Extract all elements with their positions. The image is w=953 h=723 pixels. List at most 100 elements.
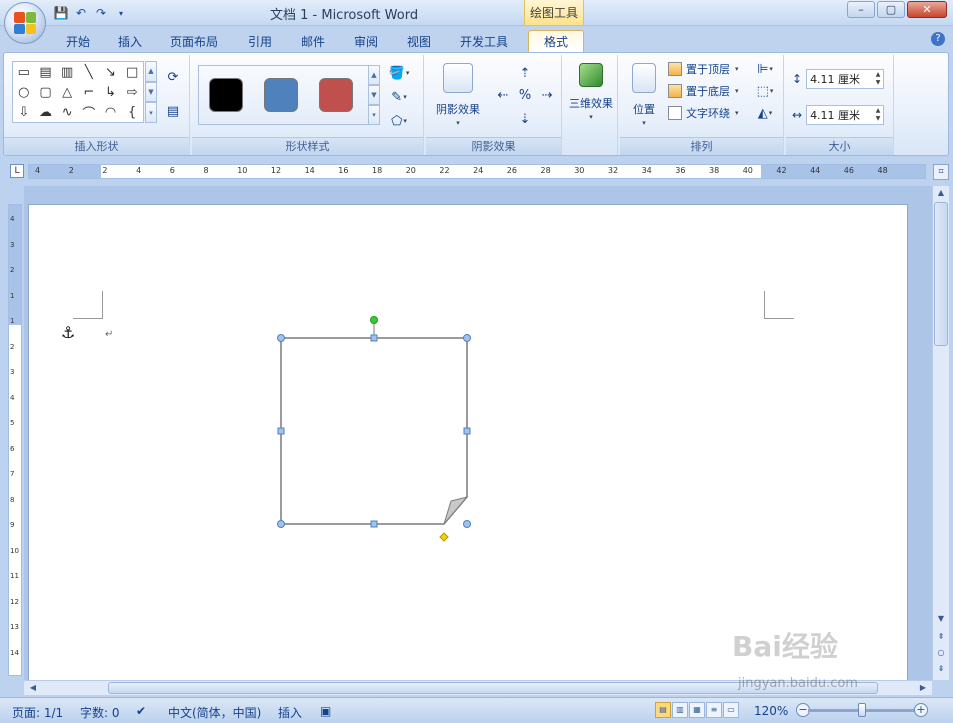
select-browse-object-icon[interactable]: ○ bbox=[934, 646, 948, 660]
brace-shape-icon[interactable]: { bbox=[121, 102, 143, 122]
print-layout-view-icon[interactable]: ▤ bbox=[655, 702, 671, 718]
tab-page-layout[interactable]: 页面布局 bbox=[158, 30, 230, 52]
square-shape-icon[interactable]: □ bbox=[121, 62, 143, 82]
arrow-line-shape-icon[interactable]: ↘ bbox=[100, 62, 122, 82]
scroll-up-icon[interactable]: ▲ bbox=[368, 65, 380, 85]
nudge-shadow-down-icon[interactable]: ⇣ bbox=[514, 109, 536, 129]
tab-references[interactable]: 引用 bbox=[236, 30, 284, 52]
folded-corner-shape[interactable] bbox=[280, 337, 469, 525]
triangle-shape-icon[interactable]: △ bbox=[56, 82, 78, 102]
adjust-handle[interactable] bbox=[439, 532, 449, 542]
cloud-shape-icon[interactable]: ☁ bbox=[35, 102, 57, 122]
scroll-down-icon[interactable]: ▼ bbox=[934, 612, 948, 626]
resize-handle-top[interactable] bbox=[370, 334, 378, 342]
chevron-down-icon[interactable]: ▾ bbox=[112, 4, 130, 22]
tab-review[interactable]: 审阅 bbox=[342, 30, 390, 52]
scroll-up-icon[interactable]: ▲ bbox=[145, 61, 157, 82]
resize-handle-right[interactable] bbox=[463, 427, 471, 435]
horizontal-ruler[interactable]: 4 2 2 4 6 8 10 12 14 16 18 20 22 24 26 28 30 32 34 36 38 40 42… bbox=[28, 164, 926, 179]
resize-handle-bottom-right[interactable] bbox=[463, 520, 471, 528]
nudge-shadow-up-icon[interactable]: ⇡ bbox=[514, 63, 536, 83]
word-count[interactable]: 字数: 0 bbox=[80, 704, 120, 721]
curve-shape-icon[interactable]: ⌒ bbox=[78, 102, 100, 122]
shadow-effects-button[interactable]: 阴影效果 ▾ bbox=[430, 59, 486, 135]
bring-to-front-button[interactable]: 置于顶层 ▾ bbox=[668, 59, 739, 79]
draft-view-icon[interactable]: ▭ bbox=[723, 702, 739, 718]
macro-record-icon[interactable]: ▣ bbox=[320, 704, 331, 718]
undo-icon[interactable]: ↶ bbox=[72, 4, 90, 22]
shape-outline-icon[interactable]: ✎ ▾ bbox=[388, 87, 410, 107]
scroll-down-icon[interactable]: ▼ bbox=[368, 85, 380, 105]
shape-fill-icon[interactable]: 🪣 ▾ bbox=[388, 63, 410, 83]
maximize-button[interactable]: ▢ bbox=[877, 1, 905, 18]
change-shape-icon[interactable]: ⬠ ▾ bbox=[388, 111, 410, 131]
zoom-in-icon[interactable]: + bbox=[914, 703, 928, 717]
office-button[interactable] bbox=[4, 2, 46, 44]
resize-handle-bottom-left[interactable] bbox=[277, 520, 285, 528]
3d-effects-button[interactable]: 三维效果 ▾ bbox=[564, 59, 618, 135]
resize-handle-bottom[interactable] bbox=[370, 520, 378, 528]
minimize-button[interactable]: – bbox=[847, 1, 875, 18]
tab-format[interactable]: 格式 bbox=[528, 30, 584, 52]
language-indicator[interactable]: 中文(简体，中国) bbox=[168, 704, 261, 721]
rotate-icon[interactable]: ◭ ▾ bbox=[754, 103, 776, 123]
group-objects-icon[interactable]: ⬚ ▾ bbox=[754, 81, 776, 101]
elbow-arrow-icon[interactable]: ↳ bbox=[100, 82, 122, 102]
tab-view[interactable]: 视图 bbox=[395, 30, 443, 52]
nudge-shadow-left-icon[interactable]: ⇠ bbox=[492, 85, 514, 105]
view-ruler-icon[interactable]: ⌗ bbox=[933, 164, 949, 180]
tab-home[interactable]: 开始 bbox=[54, 30, 102, 52]
vertical-scrollbar[interactable]: ▲ ▼ ⇞ ○ ⇟ bbox=[932, 186, 949, 680]
freeform-shape-icon[interactable]: ∿ bbox=[56, 102, 78, 122]
vertical-ruler[interactable]: 4 3 2 1 1 2 3 4 5 6 7 8 9 10 11 12 13 14 bbox=[8, 204, 22, 676]
draw-text-box-icon[interactable]: ▤ bbox=[162, 101, 184, 121]
save-icon[interactable]: 💾 bbox=[52, 4, 70, 22]
help-icon[interactable]: ? bbox=[931, 32, 945, 46]
shape-height-input[interactable]: 4.11 厘米 ▲ ▼ bbox=[806, 69, 885, 89]
oval-shape-icon[interactable]: ○ bbox=[13, 82, 35, 102]
previous-page-icon[interactable]: ⇞ bbox=[934, 630, 948, 644]
scroll-right-icon[interactable]: ▶ bbox=[916, 681, 930, 695]
resize-handle-top-left[interactable] bbox=[277, 334, 285, 342]
down-arrow-shape-icon[interactable]: ⇩ bbox=[13, 102, 35, 122]
proofing-icon[interactable]: ✔ bbox=[136, 704, 146, 718]
scroll-left-icon[interactable]: ◀ bbox=[26, 681, 40, 695]
vertical-text-box-icon[interactable]: ▥ bbox=[56, 62, 78, 82]
web-layout-view-icon[interactable]: ▦ bbox=[689, 702, 705, 718]
arc-shape-icon[interactable]: ◠ bbox=[100, 102, 122, 122]
full-screen-reading-view-icon[interactable]: ▥ bbox=[672, 702, 688, 718]
insert-mode-indicator[interactable]: 插入 bbox=[278, 704, 302, 721]
close-button[interactable]: ✕ bbox=[907, 1, 947, 18]
style-swatch-red[interactable] bbox=[319, 78, 353, 112]
width-spinner-icon[interactable]: ▲ ▼ bbox=[873, 107, 883, 123]
rectangle-shape-icon[interactable]: ▭ bbox=[13, 62, 35, 82]
text-box-shape-icon[interactable]: ▤ bbox=[35, 62, 57, 82]
rounded-rect-shape-icon[interactable]: ▢ bbox=[35, 82, 57, 102]
nudge-shadow-right-icon[interactable]: ⇢ bbox=[536, 85, 558, 105]
resize-handle-top-right[interactable] bbox=[463, 334, 471, 342]
tab-insert[interactable]: 插入 bbox=[106, 30, 154, 52]
right-arrow-shape-icon[interactable]: ⇨ bbox=[121, 82, 143, 102]
tab-selector[interactable]: L bbox=[10, 164, 24, 178]
page-count[interactable]: 页面: 1/1 bbox=[12, 704, 63, 721]
redo-icon[interactable]: ↷ bbox=[92, 4, 110, 22]
next-page-icon[interactable]: ⇟ bbox=[934, 662, 948, 676]
align-icon[interactable]: ⊫ ▾ bbox=[754, 59, 776, 79]
zoom-slider-thumb[interactable] bbox=[858, 703, 866, 717]
style-swatch-blue[interactable] bbox=[264, 78, 298, 112]
elbow-connector-icon[interactable]: ⌐ bbox=[78, 82, 100, 102]
send-to-back-button[interactable]: 置于底层 ▾ bbox=[668, 81, 739, 101]
shape-width-input[interactable]: 4.11 厘米 ▲ ▼ bbox=[806, 105, 885, 125]
shadow-toggle-icon[interactable]: % bbox=[514, 85, 536, 105]
height-spinner-icon[interactable]: ▲ ▼ bbox=[873, 71, 883, 87]
document-page[interactable]: ⚓ ↵ bbox=[28, 204, 908, 680]
more-icon[interactable]: ▾ bbox=[145, 102, 157, 124]
more-icon[interactable]: ▾ bbox=[368, 105, 380, 125]
outline-view-icon[interactable]: ≡ bbox=[706, 702, 722, 718]
scroll-up-icon[interactable]: ▲ bbox=[934, 186, 948, 200]
style-swatch-black[interactable] bbox=[209, 78, 243, 112]
position-button[interactable]: 位置 ▾ bbox=[622, 59, 666, 135]
line-shape-icon[interactable]: ╲ bbox=[78, 62, 100, 82]
edit-shape-icon[interactable]: ⟳ bbox=[162, 67, 184, 87]
tab-developer[interactable]: 开发工具 bbox=[448, 30, 520, 52]
